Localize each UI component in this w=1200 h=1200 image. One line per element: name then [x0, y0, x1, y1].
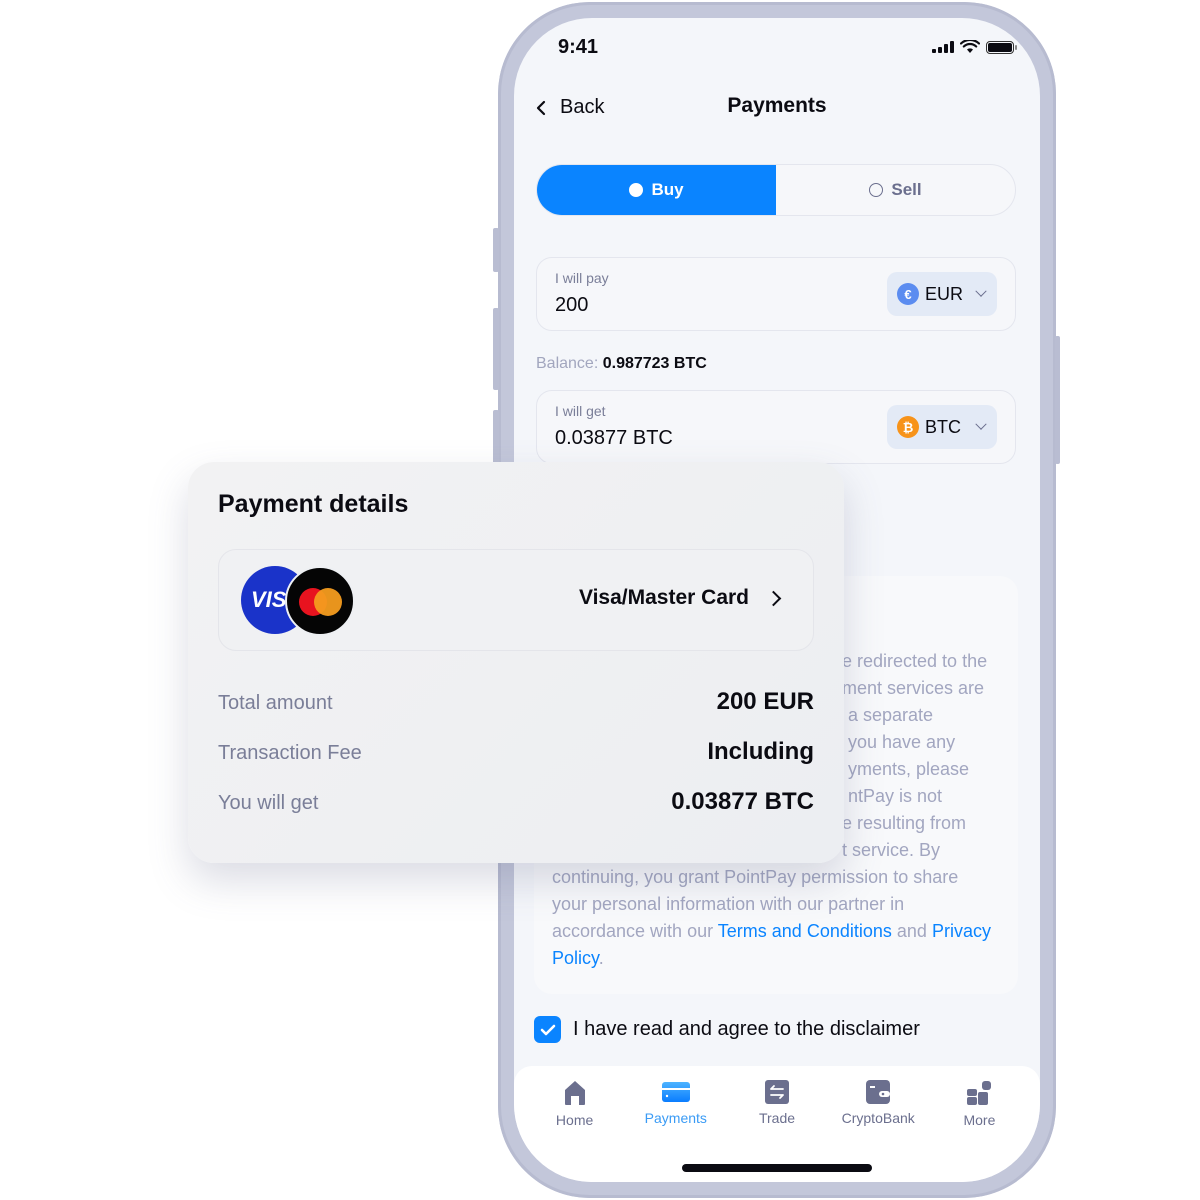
mastercard-icon — [285, 566, 355, 636]
get-currency-select[interactable]: ₿ BTC — [887, 405, 997, 449]
page-title: Payments — [727, 94, 827, 117]
pay-amount-field[interactable]: I will pay 200 € EUR — [536, 257, 1016, 331]
disclaimer-and: and — [896, 921, 927, 941]
total-amount-label: Total amount — [218, 692, 333, 714]
transaction-fee-value: Including — [707, 738, 814, 765]
transaction-fee-label: Transaction Fee — [218, 742, 362, 764]
checkmark-icon — [540, 1024, 555, 1035]
summary-row: Total amount 200 EUR — [218, 688, 814, 716]
home-indicator[interactable] — [682, 1164, 872, 1172]
tab-payments-label: Payments — [644, 1110, 707, 1126]
visa-text: VIS — [251, 587, 287, 612]
status-time: 9:41 — [558, 36, 599, 58]
get-currency-label: BTC — [925, 416, 961, 437]
home-icon — [564, 1081, 585, 1105]
card-icon — [661, 1082, 690, 1102]
agree-row: I have read and agree to the disclaimer — [534, 1016, 920, 1043]
total-amount-value: 200 EUR — [716, 688, 814, 715]
euro-icon: € — [897, 283, 919, 305]
phone-side-button — [493, 308, 499, 390]
tab-trade-label: Trade — [758, 1110, 796, 1126]
get-field-value[interactable]: 0.03877 BTC — [555, 427, 673, 450]
radio-unselected-icon — [869, 183, 884, 197]
phone-side-button — [1055, 336, 1060, 464]
chevron-down-icon — [975, 285, 987, 297]
tab-home-label: Home — [555, 1112, 594, 1128]
tab-more-label: More — [963, 1112, 996, 1128]
disclaimer-paragraph: continuing, you grant PointPay permissio… — [552, 864, 992, 972]
bitcoin-icon: ₿ — [897, 416, 919, 438]
buy-label: Buy — [651, 180, 684, 199]
payment-method-button[interactable]: VIS Visa/Master Card — [218, 549, 814, 651]
battery-icon — [986, 40, 1017, 54]
agree-checkbox[interactable] — [534, 1016, 561, 1043]
chevron-down-icon — [975, 418, 987, 430]
tab-more[interactable]: More — [929, 1066, 1030, 1182]
signal-icon — [932, 41, 954, 53]
payment-details-title: Payment details — [218, 490, 409, 518]
pay-field-label: I will pay — [555, 270, 609, 286]
you-will-get-value: 0.03877 BTC — [671, 788, 814, 815]
tab-home[interactable]: Home — [524, 1066, 625, 1182]
phone-side-button — [493, 410, 499, 466]
payment-details-card: Payment details VIS Visa/Master Card Tot… — [188, 462, 844, 863]
wifi-icon — [960, 40, 980, 53]
terms-link[interactable]: Terms and Conditions — [718, 921, 892, 941]
radio-selected-icon — [629, 183, 644, 197]
buy-option[interactable]: Buy — [537, 165, 776, 215]
payment-method-label: Visa/Master Card — [578, 586, 749, 609]
tab-cryptobank-label: CryptoBank — [841, 1110, 915, 1126]
wallet-icon — [866, 1080, 891, 1104]
agree-label: I have read and agree to the disclaimer — [573, 1018, 920, 1040]
balance-label: Balance: — [536, 355, 599, 372]
swap-icon — [765, 1080, 789, 1104]
sell-option[interactable]: Sell — [776, 165, 1015, 215]
grid-icon — [967, 1081, 992, 1105]
phone-side-button — [493, 228, 499, 272]
buy-sell-toggle: Buy Sell — [536, 164, 1016, 216]
you-will-get-label: You will get — [218, 792, 319, 814]
summary-row: You will get 0.03877 BTC — [218, 788, 814, 816]
pay-currency-select[interactable]: € EUR — [887, 272, 997, 316]
get-field-label: I will get — [555, 403, 606, 419]
status-icons — [932, 40, 1017, 54]
balance-value: 0.987723 BTC — [602, 355, 707, 372]
balance-text: Balance: 0.987723 BTC — [536, 355, 707, 373]
summary-row: Transaction Fee Including — [218, 738, 814, 766]
pay-currency-label: EUR — [925, 283, 964, 304]
sell-label: Sell — [891, 180, 922, 199]
pay-field-value[interactable]: 200 — [555, 294, 588, 317]
disclaimer-period: . — [598, 948, 604, 968]
get-amount-field[interactable]: I will get 0.03877 BTC ₿ BTC — [536, 390, 1016, 464]
chevron-right-icon — [765, 590, 782, 607]
